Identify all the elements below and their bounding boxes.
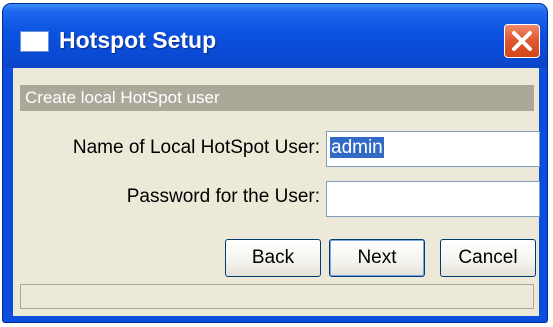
title-bar[interactable]: Hotspot Setup: [3, 4, 547, 68]
next-button[interactable]: Next: [329, 239, 425, 277]
status-bar: [20, 284, 534, 309]
section-header: Create local HotSpot user: [20, 85, 534, 111]
password-input[interactable]: [326, 181, 540, 217]
dialog-body: Create local HotSpot user Name of Local …: [13, 68, 540, 316]
password-label: Password for the User:: [126, 186, 320, 207]
back-button[interactable]: Back: [225, 239, 321, 277]
close-icon: [512, 31, 532, 51]
window-title: Hotspot Setup: [59, 27, 217, 53]
window-icon: [20, 31, 49, 52]
username-label: Name of Local HotSpot User:: [72, 137, 320, 158]
username-value: admin: [330, 137, 384, 158]
cancel-button[interactable]: Cancel: [440, 239, 536, 277]
username-input[interactable]: admin: [326, 131, 540, 167]
close-button[interactable]: [504, 24, 540, 58]
hotspot-setup-window: Hotspot Setup Create local HotSpot user …: [2, 3, 548, 323]
